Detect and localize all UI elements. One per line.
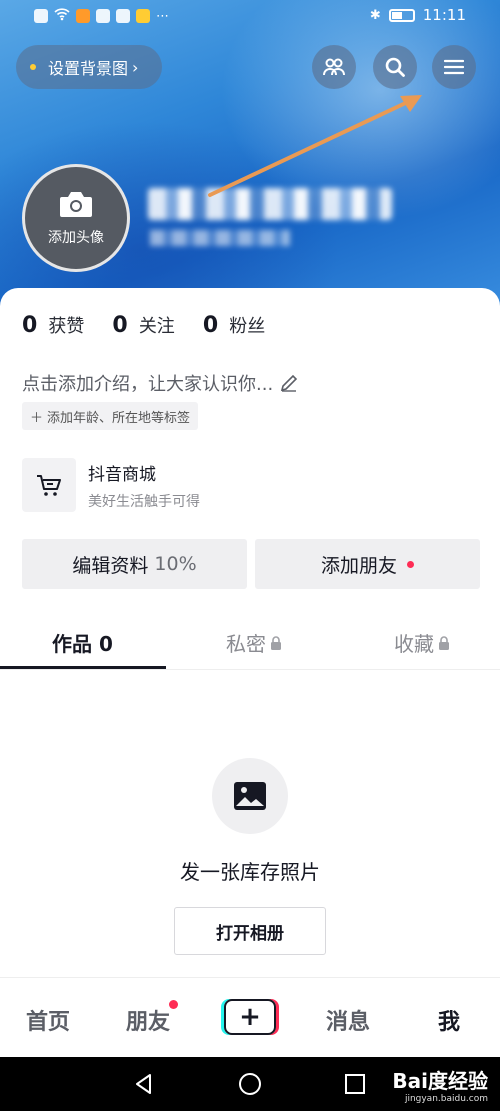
shop-title: 抖音商城 [88,464,156,485]
add-tags-label: 添加年龄、所在地等标签 [47,410,191,426]
lock-icon [271,635,281,650]
tab-favorites[interactable]: 收藏 [394,628,450,657]
nav-me[interactable]: 我 [438,1004,460,1036]
open-album-button[interactable]: 打开相册 [174,907,326,955]
add-friend-button[interactable]: 添加朋友 [255,539,480,589]
add-tags-button[interactable]: ＋ 添加年龄、所在地等标签 [22,402,199,430]
action-buttons: 编辑资料 10% 添加朋友 [22,539,480,589]
notification-dot [407,560,414,568]
home-circle-icon[interactable] [238,1072,262,1096]
lock-icon [439,635,449,650]
bottom-nav: 首页 朋友 + 消息 我 [0,977,500,1057]
tab-works-label: 作品 0 [52,632,113,656]
add-friend-label: 添加朋友 [320,554,397,577]
tab-private[interactable]: 私密 [226,628,282,657]
edit-profile-button[interactable]: 编辑资料 10% [22,539,247,589]
shop-entry[interactable]: 抖音商城 美好生活触手可得 [22,458,200,512]
notification-dot [169,1000,179,1009]
nav-home[interactable]: 首页 [26,1004,70,1036]
system-nav-bar: Bai度经验 jingyan.baidu.com [0,1057,500,1111]
tab-private-label: 私密 [226,632,266,656]
nav-friends[interactable]: 朋友 [126,1000,179,1036]
cart-icon [22,458,76,512]
pencil-icon [281,374,298,392]
shop-subtitle: 美好生活触手可得 [88,493,200,510]
empty-state-text: 发一张库存照片 [180,860,320,884]
watermark-brand: Bai度经验 [392,1069,488,1093]
create-button[interactable]: + [224,999,276,1035]
nav-friends-label: 朋友 [126,1010,171,1035]
tab-favorites-label: 收藏 [394,632,434,656]
active-tab-indicator [0,666,166,669]
recents-square-icon[interactable] [344,1073,366,1095]
bio-edit-link[interactable]: 点击添加介绍，让大家认识你... [22,370,299,396]
bio-placeholder: 点击添加介绍，让大家认识你... [22,374,274,395]
watermark-logo: Bai度经验 jingyan.baidu.com [392,1065,488,1104]
image-icon [212,758,288,834]
profile-header: ⋯ ✱ 11:11 设置背景图 › 添加头像 [0,0,500,320]
profile-completion: 10% [154,553,197,575]
annotation-arrow [208,95,422,197]
tab-works[interactable]: 作品 0 [52,628,113,657]
plus-icon: ＋ [30,410,44,426]
content-tabs: 作品 0 私密 收藏 [0,614,500,670]
watermark-url: jingyan.baidu.com [404,1094,488,1104]
back-icon[interactable] [133,1073,155,1095]
edit-profile-label: 编辑资料 [72,554,149,577]
nav-messages[interactable]: 消息 [326,1004,370,1036]
